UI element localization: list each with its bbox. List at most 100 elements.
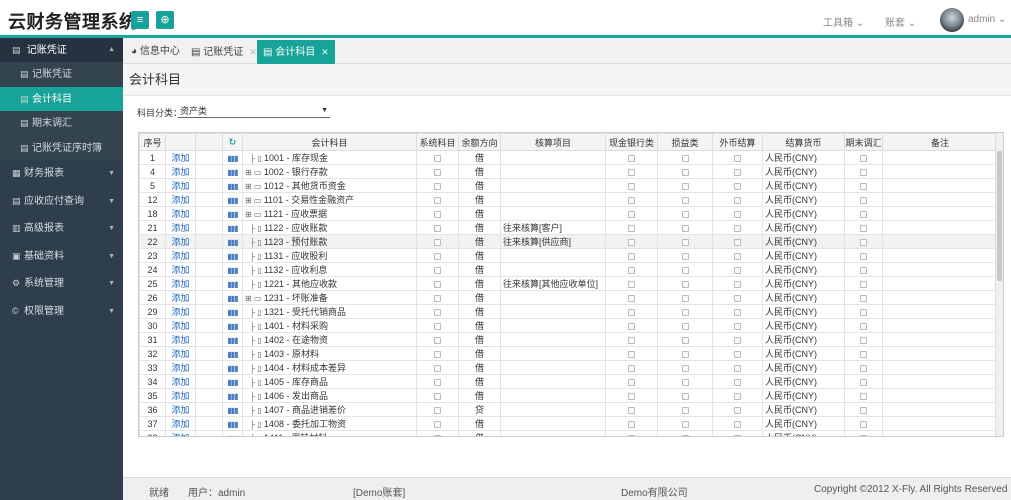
subject-cell[interactable]: ⊞ ▭ 1012 - 其他货币资金 [242,178,417,193]
cash-bank-checkbox[interactable] [605,388,658,403]
checkbox[interactable] [860,224,867,232]
checkbox[interactable] [628,364,635,372]
sidebar-subitem[interactable]: ▤ 会计科目 [0,86,123,111]
checkbox[interactable] [860,196,867,204]
profit-loss-checkbox[interactable] [657,206,713,221]
cash-bank-checkbox[interactable] [605,318,658,333]
expand-icon[interactable]: ⊞ [245,168,254,177]
chart-cell[interactable]: ▮▮▮ [222,374,243,389]
sidebar-subitem[interactable]: ▤ 记账凭证 [0,62,123,87]
bar-chart-icon[interactable]: ▮▮▮ [227,336,238,345]
close-icon[interactable]: ✕ [249,47,257,57]
foreign-currency-checkbox[interactable] [712,332,763,347]
sidebar-subitem[interactable]: ▤ 记账凭证序时簿 [0,135,123,160]
sidebar-item[interactable]: ⚙ 系统管理 ▼ [0,270,123,298]
period-end-checkbox[interactable] [844,150,883,165]
profit-loss-checkbox[interactable] [657,304,713,319]
system-subject-checkbox[interactable] [416,360,459,375]
checkbox[interactable] [628,308,635,316]
chart-cell[interactable]: ▮▮▮ [222,206,243,221]
system-subject-checkbox[interactable] [416,150,459,165]
add-link[interactable]: 添加 [165,178,196,193]
checkbox[interactable] [734,252,741,260]
checkbox[interactable] [734,364,741,372]
period-end-checkbox[interactable] [844,346,883,361]
profit-loss-checkbox[interactable] [657,234,713,249]
checkbox[interactable] [681,336,689,344]
tab-1[interactable]: ▤ 记账凭证 ✕ [185,40,263,64]
profit-loss-checkbox[interactable] [657,360,713,375]
add-link[interactable]: 添加 [165,388,196,403]
chart-cell[interactable]: ▮▮▮ [222,150,243,165]
system-subject-checkbox[interactable] [416,332,459,347]
system-subject-checkbox[interactable] [416,276,459,291]
checkbox[interactable] [681,406,689,414]
bar-chart-icon[interactable]: ▮▮▮ [227,420,238,429]
foreign-currency-checkbox[interactable] [712,290,763,305]
add-link[interactable]: 添加 [165,220,196,235]
subject-cell[interactable]: ├ ▯ 1221 - 其他应收款 [242,276,417,291]
system-subject-checkbox[interactable] [416,416,459,431]
sidebar-group-voucher[interactable]: ▤ 记账凭证 ▲ [0,38,123,62]
period-end-checkbox[interactable] [844,220,883,235]
foreign-currency-checkbox[interactable] [712,248,763,263]
checkbox[interactable] [734,336,741,344]
checkbox[interactable] [734,294,741,302]
checkbox[interactable] [681,350,689,358]
menu-toggle-button[interactable]: ≡ [131,11,149,29]
system-subject-checkbox[interactable] [416,164,459,179]
checkbox[interactable] [681,280,689,288]
period-end-checkbox[interactable] [844,248,883,263]
checkbox[interactable] [628,252,635,260]
chart-cell[interactable]: ▮▮▮ [222,388,243,403]
cash-bank-checkbox[interactable] [605,276,658,291]
bar-chart-icon[interactable]: ▮▮▮ [227,378,238,387]
cash-bank-checkbox[interactable] [605,192,658,207]
checkbox[interactable] [681,322,689,330]
bar-chart-icon[interactable]: ▮▮▮ [227,196,238,205]
checkbox[interactable] [860,182,867,190]
sidebar-item[interactable]: ▥ 高级报表 ▼ [0,215,123,243]
period-end-checkbox[interactable] [844,430,883,436]
checkbox[interactable] [681,434,689,436]
period-end-checkbox[interactable] [844,388,883,403]
bar-chart-icon[interactable]: ▮▮▮ [227,308,238,317]
chart-cell[interactable]: ▮▮▮ [222,318,243,333]
table-row[interactable]: 36 添加 ▮▮▮ ├ ▯ 1407 - 商品进销差价 贷 人民币(CNY) [139,402,998,417]
period-end-checkbox[interactable] [844,290,883,305]
foreign-currency-checkbox[interactable] [712,388,763,403]
foreign-currency-checkbox[interactable] [712,234,763,249]
checkbox[interactable] [434,434,441,436]
foreign-currency-checkbox[interactable] [712,220,763,235]
table-row[interactable]: 32 添加 ▮▮▮ ├ ▯ 1403 - 原材料 借 人民币(CNY) [139,346,998,361]
add-link[interactable]: 添加 [165,430,196,436]
globe-button[interactable]: ⊕ [156,11,174,29]
checkbox[interactable] [734,168,741,176]
system-subject-checkbox[interactable] [416,430,459,436]
cash-bank-checkbox[interactable] [605,248,658,263]
subject-cell[interactable]: ├ ▯ 1401 - 材料采购 [242,318,417,333]
checkbox[interactable] [628,182,635,190]
profit-loss-checkbox[interactable] [657,262,713,277]
checkbox[interactable] [860,392,867,400]
user-menu[interactable]: admin ⌄ [968,14,1006,25]
subject-cell[interactable]: ⊞ ▭ 1231 - 坏账准备 [242,290,417,305]
checkbox[interactable] [628,224,635,232]
subject-cell[interactable]: ├ ▯ 1403 - 原材料 [242,346,417,361]
checkbox[interactable] [628,392,635,400]
checkbox[interactable] [434,308,441,316]
subject-cell[interactable]: ⊞ ▭ 1101 - 交易性金融资产 [242,192,417,207]
tab-2[interactable]: ▤ 会计科目 ✕ [257,40,335,64]
chart-cell[interactable]: ▮▮▮ [222,178,243,193]
add-link[interactable]: 添加 [165,318,196,333]
checkbox[interactable] [628,322,635,330]
period-end-checkbox[interactable] [844,262,883,277]
bar-chart-icon[interactable]: ▮▮▮ [227,280,238,289]
table-row[interactable]: 26 添加 ▮▮▮ ⊞ ▭ 1231 - 坏账准备 借 人民币(CNY) [139,290,998,305]
chart-cell[interactable]: ▮▮▮ [222,234,243,249]
foreign-currency-checkbox[interactable] [712,430,763,436]
sidebar-subitem[interactable]: ▤ 期末调汇 [0,111,123,136]
chart-cell[interactable]: ▮▮▮ [222,290,243,305]
cash-bank-checkbox[interactable] [605,290,658,305]
cash-bank-checkbox[interactable] [605,360,658,375]
